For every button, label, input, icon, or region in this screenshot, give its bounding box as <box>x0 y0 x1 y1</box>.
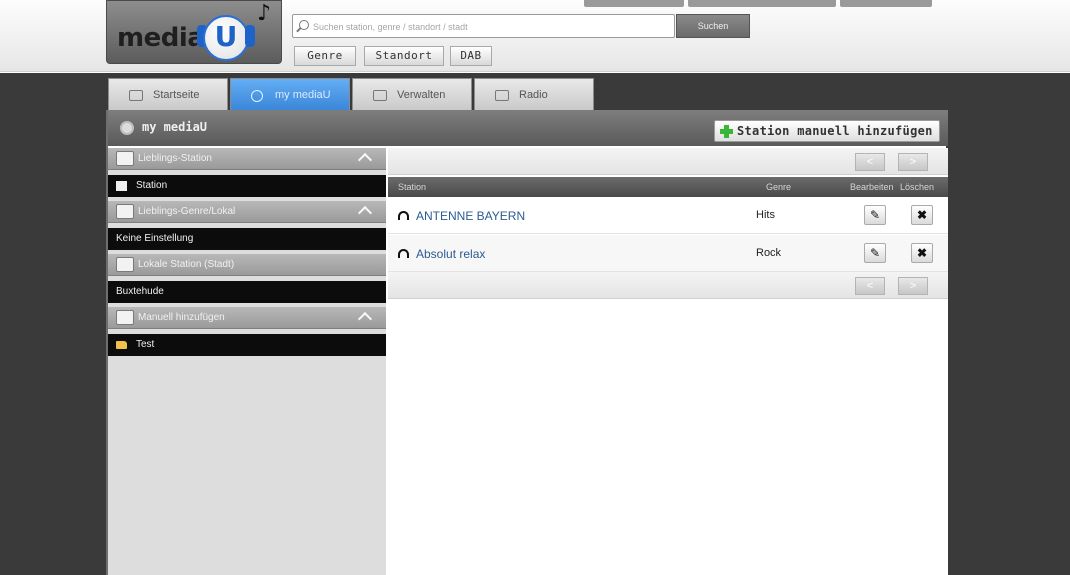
standort-filter-button[interactable]: Standort <box>364 46 444 66</box>
column-header-edit: Bearbeiten <box>850 182 894 192</box>
section-header-favourite-station[interactable]: Lieblings-Station <box>108 148 386 170</box>
dab-filter-button[interactable]: DAB <box>450 46 492 66</box>
section-header-local-station[interactable]: Lokale Station (Stadt) <box>108 254 386 276</box>
next-page-button[interactable]: > <box>898 153 928 171</box>
section-header-favourite-genre[interactable]: Lieblings-Genre/Lokal <box>108 201 386 223</box>
genre-cell: Rock <box>756 247 782 259</box>
folder-icon <box>116 341 127 349</box>
column-header-genre[interactable]: Genre <box>766 177 791 197</box>
mediau-icon <box>120 121 134 135</box>
delete-x-icon[interactable]: ✖ <box>911 205 933 225</box>
section-title: Manuell hinzufügen <box>138 312 225 323</box>
search-button[interactable]: Suchen <box>676 14 750 38</box>
media-u-logo[interactable]: media U ♪ <box>106 0 282 64</box>
chevron-up-icon <box>357 152 373 168</box>
station-icon <box>116 181 127 191</box>
edit-pencil-icon[interactable]: ✎ <box>864 205 886 225</box>
section-title: Lieblings-Genre/Lokal <box>138 206 236 217</box>
gear-icon <box>373 90 387 101</box>
headphone-right-icon <box>245 25 255 47</box>
logo-word: media <box>117 23 205 53</box>
search-icon <box>299 20 309 30</box>
delete-x-icon[interactable]: ✖ <box>911 243 933 263</box>
panel-title-bar: my mediaU Station manuell hinzufügen <box>108 110 948 146</box>
music-note-icon <box>116 204 134 219</box>
sidebar-item-station[interactable]: Station <box>108 175 386 197</box>
add-station-label: Station manuell hinzufügen <box>737 124 933 138</box>
prev-page-button[interactable]: < <box>855 277 885 295</box>
chevron-up-icon <box>357 311 373 327</box>
add-station-manually-button[interactable]: Station manuell hinzufügen <box>714 120 940 142</box>
next-page-button[interactable]: > <box>898 277 928 295</box>
sidebar-item-label: Test <box>136 339 155 350</box>
sidebar-item-no-setting[interactable]: Keine Einstellung <box>108 228 386 250</box>
tab-startseite[interactable]: Startseite <box>108 78 228 110</box>
sidebar: Lieblings-Station Station Lieblings-Genr… <box>108 148 386 575</box>
top-link-1[interactable] <box>584 0 684 7</box>
section-title: Lokale Station (Stadt) <box>138 259 235 270</box>
music-note-icon: ♪ <box>257 1 272 26</box>
pager-bottom: < > <box>388 272 948 299</box>
headphones-icon <box>398 249 409 258</box>
table-row: ANTENNE BAYERN Hits ✎ ✖ <box>388 197 948 234</box>
station-link[interactable]: Absolut relax <box>416 247 485 261</box>
search-input[interactable] <box>313 19 668 35</box>
logo-letter: U <box>203 15 249 61</box>
plus-icon <box>720 125 733 138</box>
tab-radio[interactable]: Radio <box>474 78 594 110</box>
section-title: Lieblings-Station <box>138 153 212 164</box>
radio-icon <box>495 90 509 101</box>
chevron-up-icon <box>357 205 373 221</box>
pager-top: < > <box>388 148 948 175</box>
table-header: Station Genre Bearbeiten Löschen <box>388 177 948 197</box>
station-list-panel: < > Station Genre Bearbeiten Löschen ANT… <box>388 148 948 575</box>
top-link-2[interactable] <box>688 0 836 7</box>
column-header-station[interactable]: Station <box>398 177 426 197</box>
site-header: media U ♪ Suchen Genre Standort DAB <box>0 0 1070 72</box>
sidebar-item-label: Buxtehude <box>116 286 164 297</box>
person-icon <box>116 310 134 325</box>
tab-label: Verwalten <box>397 89 446 101</box>
genre-filter-button[interactable]: Genre <box>294 46 356 66</box>
house-icon <box>116 257 134 272</box>
main-tabs: Startseite my mediaU Verwalten Radio <box>108 78 594 110</box>
headphones-icon <box>398 211 409 220</box>
tab-label: Radio <box>519 89 548 101</box>
mediau-icon <box>251 90 263 102</box>
tab-my-mediau[interactable]: my mediaU <box>230 78 350 110</box>
station-link[interactable]: ANTENNE BAYERN <box>416 209 525 223</box>
edit-pencil-icon[interactable]: ✎ <box>864 243 886 263</box>
column-header-delete: Löschen <box>900 182 935 192</box>
heart-icon <box>116 151 134 166</box>
sidebar-item-city[interactable]: Buxtehude <box>108 281 386 303</box>
sidebar-item-label: Keine Einstellung <box>116 233 194 244</box>
panel-title: my mediaU <box>142 120 208 134</box>
table-row: Absolut relax Rock ✎ ✖ <box>388 235 948 272</box>
content-panel: my mediaU Station manuell hinzufügen Lie… <box>106 110 948 575</box>
genre-cell: Hits <box>756 209 775 221</box>
sidebar-item-test[interactable]: Test <box>108 334 386 356</box>
tab-label: Startseite <box>153 89 200 101</box>
home-icon <box>129 90 143 101</box>
prev-page-button[interactable]: < <box>855 153 885 171</box>
sidebar-item-label: Station <box>136 180 168 191</box>
tab-verwalten[interactable]: Verwalten <box>352 78 472 110</box>
tab-label: my mediaU <box>275 89 331 101</box>
top-links <box>580 0 932 8</box>
top-link-3[interactable] <box>840 0 932 7</box>
section-header-add-manually[interactable]: Manuell hinzufügen <box>108 307 386 329</box>
search-box[interactable] <box>292 14 675 38</box>
